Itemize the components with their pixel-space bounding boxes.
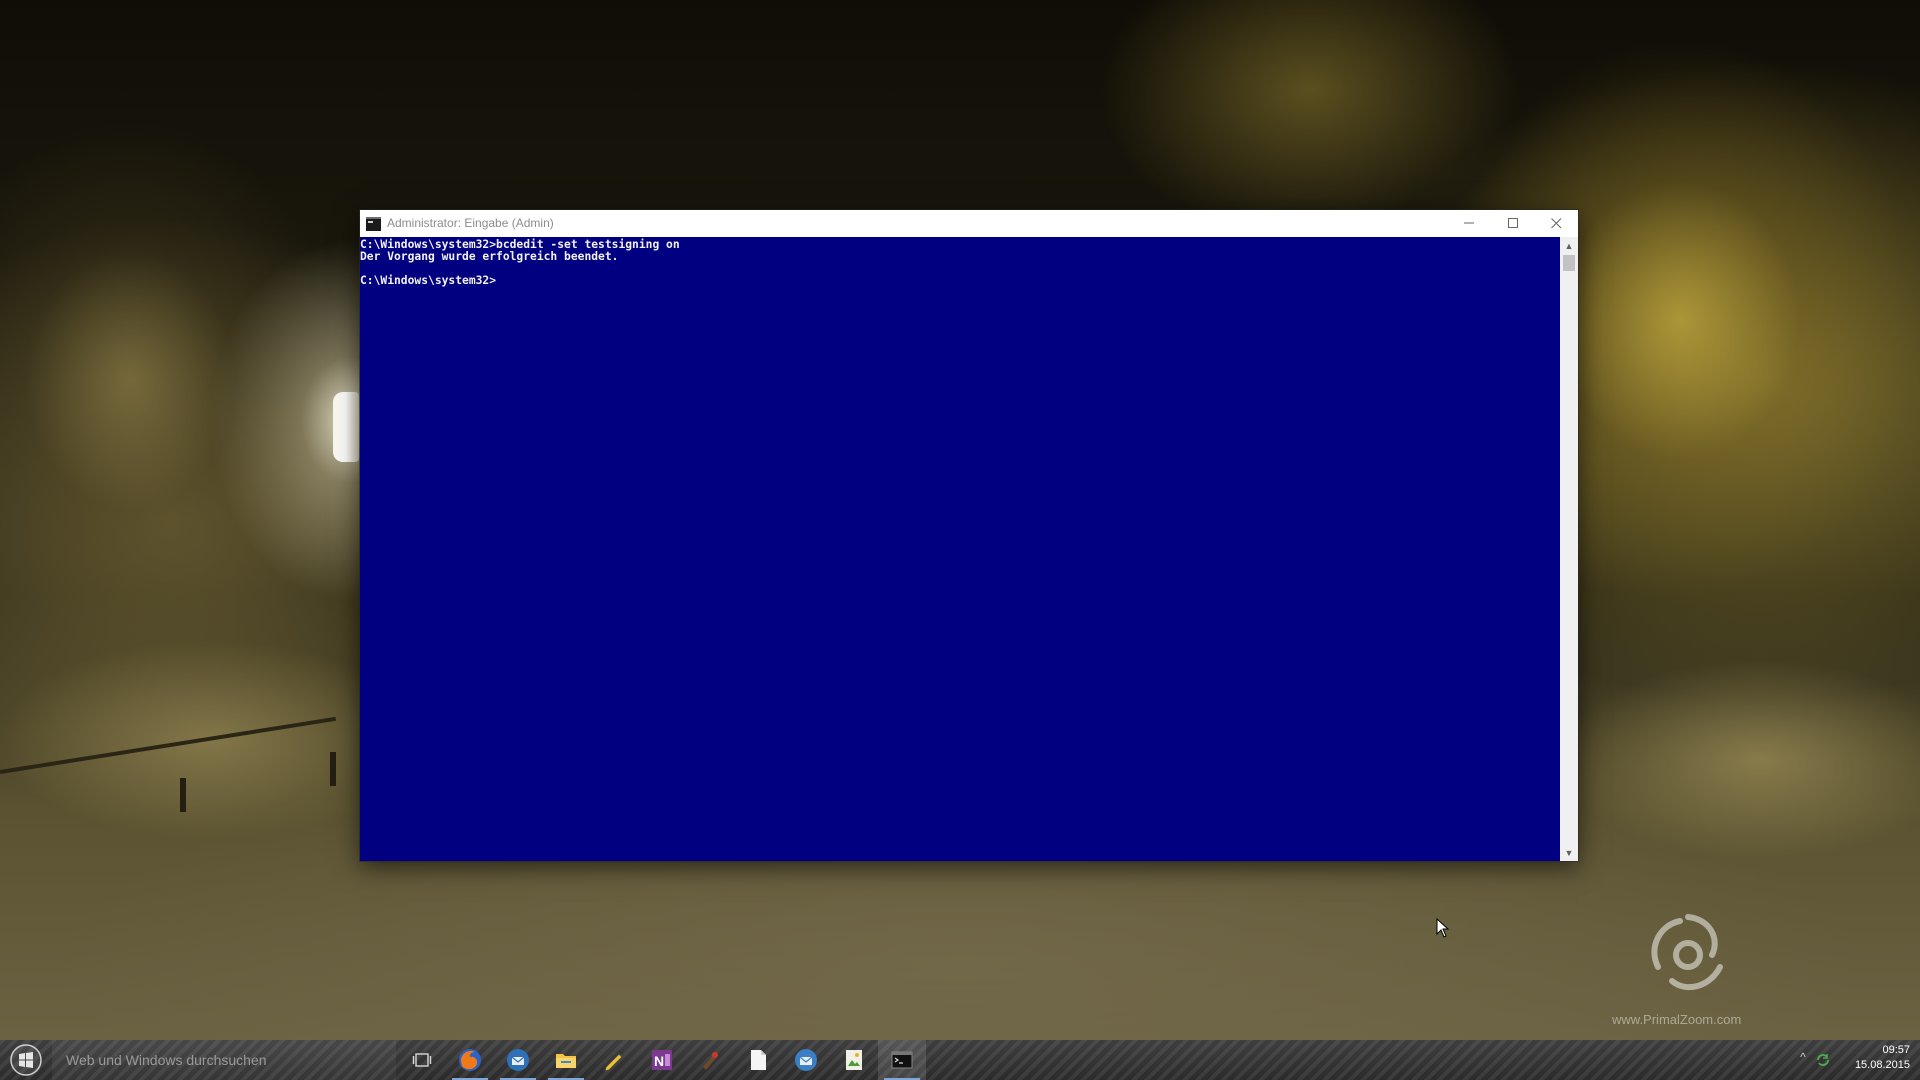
taskbar-app-file-explorer[interactable] xyxy=(542,1040,590,1080)
tray-overflow-chevron[interactable]: ^ xyxy=(1794,1050,1812,1070)
sync-status-icon[interactable] xyxy=(1815,1052,1831,1068)
firefox-icon xyxy=(459,1049,481,1071)
paint-tool-icon xyxy=(703,1052,718,1070)
scroll-up-arrow-icon: ▲ xyxy=(1564,240,1574,251)
onenote-icon: N xyxy=(652,1050,672,1070)
minimize-button[interactable] xyxy=(1447,210,1491,237)
taskbar-clock[interactable]: 09:57 15.08.2015 xyxy=(1840,1043,1918,1077)
taskbar-app-pencil-tool[interactable] xyxy=(590,1040,638,1080)
watermark-text: www.PrimalZoom.com xyxy=(1612,1012,1742,1027)
watermark-logo-icon xyxy=(1651,914,1723,991)
taskbar-app-mail-client[interactable] xyxy=(782,1040,830,1080)
wallpaper-fence-post xyxy=(330,752,336,786)
close-icon xyxy=(1550,216,1562,232)
search-placeholder-text: Web und Windows durchsuchen xyxy=(66,1052,267,1068)
maximize-button[interactable] xyxy=(1491,210,1535,237)
mail-client-icon xyxy=(795,1049,817,1071)
pencil-tool-icon xyxy=(604,1053,623,1072)
svg-text:N: N xyxy=(654,1053,664,1069)
wallpaper-foliage xyxy=(1560,660,1920,860)
taskbar-app-command-prompt[interactable] xyxy=(878,1040,926,1080)
task-view-button[interactable] xyxy=(402,1040,442,1080)
scroll-down-button[interactable]: ▼ xyxy=(1560,844,1578,861)
image-viewer-icon xyxy=(846,1050,862,1070)
clock-date: 15.08.2015 xyxy=(1854,1059,1910,1071)
taskbar-search-box[interactable]: Web und Windows durchsuchen xyxy=(52,1040,396,1080)
taskbar-app-image-viewer[interactable] xyxy=(830,1040,878,1080)
blank-document-icon xyxy=(751,1050,766,1070)
file-explorer-icon xyxy=(556,1054,576,1068)
mouse-pointer-icon xyxy=(1436,918,1450,938)
taskbar-app-blank-document[interactable] xyxy=(734,1040,782,1080)
taskbar-app-thunderbird[interactable] xyxy=(494,1040,542,1080)
cmd-app-icon[interactable] xyxy=(366,217,381,231)
wallpaper-foliage xyxy=(0,120,340,640)
taskbar-app-paint-tool[interactable] xyxy=(686,1040,734,1080)
window-titlebar[interactable]: Administrator: Eingabe (Admin) xyxy=(360,210,1578,237)
thunderbird-icon xyxy=(507,1049,529,1071)
close-button[interactable] xyxy=(1534,210,1578,237)
wallpaper-fence-post xyxy=(180,778,186,812)
windows-logo-icon xyxy=(10,1044,42,1076)
wallpaper-street-lamp xyxy=(333,392,359,462)
scroll-down-arrow-icon: ▼ xyxy=(1564,847,1574,858)
console-prompt-line: C:\Windows\system32> xyxy=(360,274,497,287)
console-line: Der Vorgang wurde erfolgreich beendet. xyxy=(360,250,619,263)
maximize-icon xyxy=(1507,216,1519,232)
start-button[interactable] xyxy=(0,1040,52,1080)
command-prompt-window[interactable]: Administrator: Eingabe (Admin) C:\Window… xyxy=(360,210,1578,861)
clock-time: 09:57 xyxy=(1882,1044,1910,1056)
taskbar-app-onenote[interactable]: N xyxy=(638,1040,686,1080)
minimize-icon xyxy=(1463,217,1475,231)
wallpaper-foliage xyxy=(1100,0,1520,240)
taskbar-app-firefox[interactable] xyxy=(446,1040,494,1080)
command-prompt-icon xyxy=(891,1051,913,1069)
task-view-icon xyxy=(412,1053,432,1067)
console-output-area[interactable]: C:\Windows\system32>bcdedit -set testsig… xyxy=(360,237,1560,861)
window-title: Administrator: Eingabe (Admin) xyxy=(387,216,554,230)
vertical-scrollbar[interactable]: ▲ ▼ xyxy=(1560,237,1578,861)
scroll-up-button[interactable]: ▲ xyxy=(1560,237,1578,254)
taskbar: Web und Windows durchsuchen N ^ 09:57 15… xyxy=(0,1040,1920,1080)
scroll-thumb[interactable] xyxy=(1563,255,1575,271)
